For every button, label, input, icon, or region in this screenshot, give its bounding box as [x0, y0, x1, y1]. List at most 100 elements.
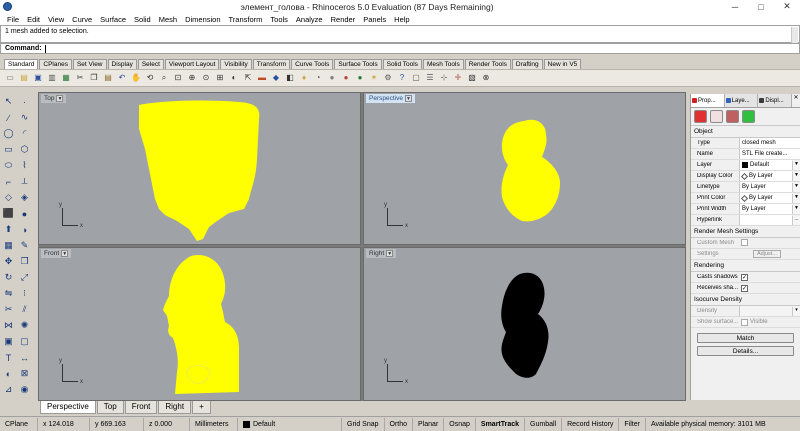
viewport-4-icon[interactable]: ⊞: [214, 72, 226, 84]
chevron-down-icon[interactable]: ▼: [792, 193, 800, 203]
density-spinner[interactable]: ▾: [792, 306, 800, 316]
command-input[interactable]: [44, 44, 645, 53]
toolbar-tab-standard[interactable]: Standard: [4, 59, 39, 69]
point-icon[interactable]: ·: [17, 94, 32, 109]
viewport-tab-right[interactable]: Right: [158, 401, 192, 414]
viewport-top-label[interactable]: Top ▼: [41, 94, 67, 103]
object-page-icon[interactable]: [694, 110, 707, 123]
settings-icon[interactable]: ⚙: [382, 72, 394, 84]
viewport-front-label[interactable]: Front ▼: [41, 249, 72, 258]
polygon-icon[interactable]: ⬡: [17, 142, 32, 157]
minimize-button[interactable]: ─: [722, 0, 748, 13]
prop-row-display-color[interactable]: Display Color By Layer ▼: [691, 171, 800, 182]
menu-mesh[interactable]: Mesh: [155, 15, 181, 24]
boolean-icon[interactable]: ◑: [17, 222, 32, 237]
toolbar-tab-transform[interactable]: Transform: [252, 59, 291, 69]
menu-edit[interactable]: Edit: [23, 15, 44, 24]
viewport-top[interactable]: Top ▼ x y: [38, 92, 361, 245]
shaded-icon[interactable]: ◔: [312, 72, 324, 84]
hide-tool-icon[interactable]: ◐: [1, 366, 16, 381]
surface-icon[interactable]: ◇: [1, 190, 16, 205]
lock-icon[interactable]: ▬: [256, 72, 268, 84]
zoom-icon[interactable]: ⌕: [158, 72, 170, 84]
move-icon[interactable]: ✥: [1, 254, 16, 269]
scale-icon[interactable]: ⤢: [17, 270, 32, 285]
material-sphere-icon[interactable]: ●: [354, 72, 366, 84]
mirror-icon[interactable]: ⇋: [1, 286, 16, 301]
visible-checkbox[interactable]: [741, 318, 748, 326]
render-tool-icon[interactable]: ◉: [17, 382, 32, 397]
cut-icon[interactable]: ✂: [74, 72, 86, 84]
print-icon[interactable]: ▥: [46, 72, 58, 84]
viewport-perspective[interactable]: Perspective ▼ x y: [363, 92, 686, 245]
panel-close-icon[interactable]: ✕: [792, 94, 800, 107]
explode-icon[interactable]: ✺: [17, 318, 32, 333]
toolbar-tab-select[interactable]: Select: [137, 59, 164, 69]
fillet-icon[interactable]: ⌐: [1, 174, 16, 189]
details-button[interactable]: Details...: [697, 346, 794, 356]
group-icon[interactable]: ▣: [1, 334, 16, 349]
rendered-sphere-icon[interactable]: ●: [340, 72, 352, 84]
mesh-right-view[interactable]: [496, 270, 552, 382]
menu-view[interactable]: View: [44, 15, 68, 24]
menu-dimension[interactable]: Dimension: [181, 15, 224, 24]
maximize-button[interactable]: □: [748, 0, 774, 13]
receives-shadows-checkbox[interactable]: ✓: [741, 284, 748, 292]
toolbar-tab-new-in-v5[interactable]: New in V5: [543, 59, 582, 69]
analyze-icon[interactable]: ⊿: [1, 382, 16, 397]
paint-icon[interactable]: ✎: [17, 238, 32, 253]
planar-toggle[interactable]: Planar: [413, 417, 445, 431]
mesh-tool-icon[interactable]: ▦: [1, 238, 16, 253]
prop-row-layer[interactable]: Layer Default ▼: [691, 160, 800, 171]
import-icon[interactable]: ▦: [60, 72, 72, 84]
gumball-toggle[interactable]: Gumball: [525, 417, 563, 431]
hide-icon[interactable]: ◐: [228, 72, 240, 84]
lock-tool-icon[interactable]: ⊠: [17, 366, 32, 381]
select-all-icon[interactable]: ⇱: [242, 72, 254, 84]
viewport-perspective-label[interactable]: Perspective ▼: [366, 94, 415, 103]
menu-solid[interactable]: Solid: [130, 15, 155, 24]
toolbar-tab-viewport-layout[interactable]: Viewport Layout: [164, 59, 220, 69]
toolbar-tab-render-tools[interactable]: Render Tools: [464, 59, 511, 69]
toolbar-tab-surface-tools[interactable]: Surface Tools: [334, 59, 382, 69]
offset-icon[interactable]: ⟂: [17, 174, 32, 189]
render-sphere-icon[interactable]: ●: [326, 72, 338, 84]
chevron-down-icon[interactable]: ▼: [61, 250, 69, 257]
zoom-window-icon[interactable]: ⊡: [172, 72, 184, 84]
mesh-icon[interactable]: ▧: [466, 72, 478, 84]
object-props-icon[interactable]: ◧: [284, 72, 296, 84]
viewport-tab-front[interactable]: Front: [124, 401, 158, 414]
menu-curve[interactable]: Curve: [68, 15, 96, 24]
trim-icon[interactable]: ✂: [1, 302, 16, 317]
decal-page-icon[interactable]: [742, 110, 755, 123]
mesh-top-view[interactable]: [129, 99, 269, 243]
new-file-icon[interactable]: ▭: [4, 72, 16, 84]
adjust-button[interactable]: Adjust...: [753, 250, 781, 258]
status-units[interactable]: Millimeters: [190, 417, 238, 431]
options-icon[interactable]: ☰: [424, 72, 436, 84]
ungroup-icon[interactable]: ▢: [17, 334, 32, 349]
mesh-perspective-view[interactable]: [494, 117, 564, 227]
arc-icon[interactable]: ◜: [17, 126, 32, 141]
custom-mesh-checkbox[interactable]: [741, 238, 748, 246]
box-icon[interactable]: ⬛: [1, 206, 16, 221]
menu-analyze[interactable]: Analyze: [292, 15, 327, 24]
ellipse-icon[interactable]: ⬭: [1, 158, 16, 173]
viewport-tab-perspective[interactable]: Perspective: [40, 401, 96, 414]
dimension-icon[interactable]: ↔: [17, 350, 32, 365]
polyline-icon[interactable]: ∕: [1, 110, 16, 125]
viewport-tab-top[interactable]: Top: [96, 401, 124, 414]
toolbar-tab-curve-tools[interactable]: Curve Tools: [291, 59, 334, 69]
osnap-icon[interactable]: ⊗: [480, 72, 492, 84]
gumball-icon[interactable]: ✛: [452, 72, 464, 84]
casts-shadows-checkbox[interactable]: ✓: [741, 273, 748, 281]
chevron-down-icon[interactable]: ▼: [792, 204, 800, 214]
array-icon[interactable]: ⁝: [17, 286, 32, 301]
split-icon[interactable]: ⫽: [17, 302, 32, 317]
undo-icon[interactable]: ↶: [116, 72, 128, 84]
tab-display[interactable]: Displ...: [758, 94, 793, 107]
ortho-toggle[interactable]: Ortho: [385, 417, 414, 431]
toolbar-tab-set-view[interactable]: Set View: [72, 59, 107, 69]
chevron-down-icon[interactable]: ▼: [386, 250, 394, 257]
menu-panels[interactable]: Panels: [359, 15, 390, 24]
